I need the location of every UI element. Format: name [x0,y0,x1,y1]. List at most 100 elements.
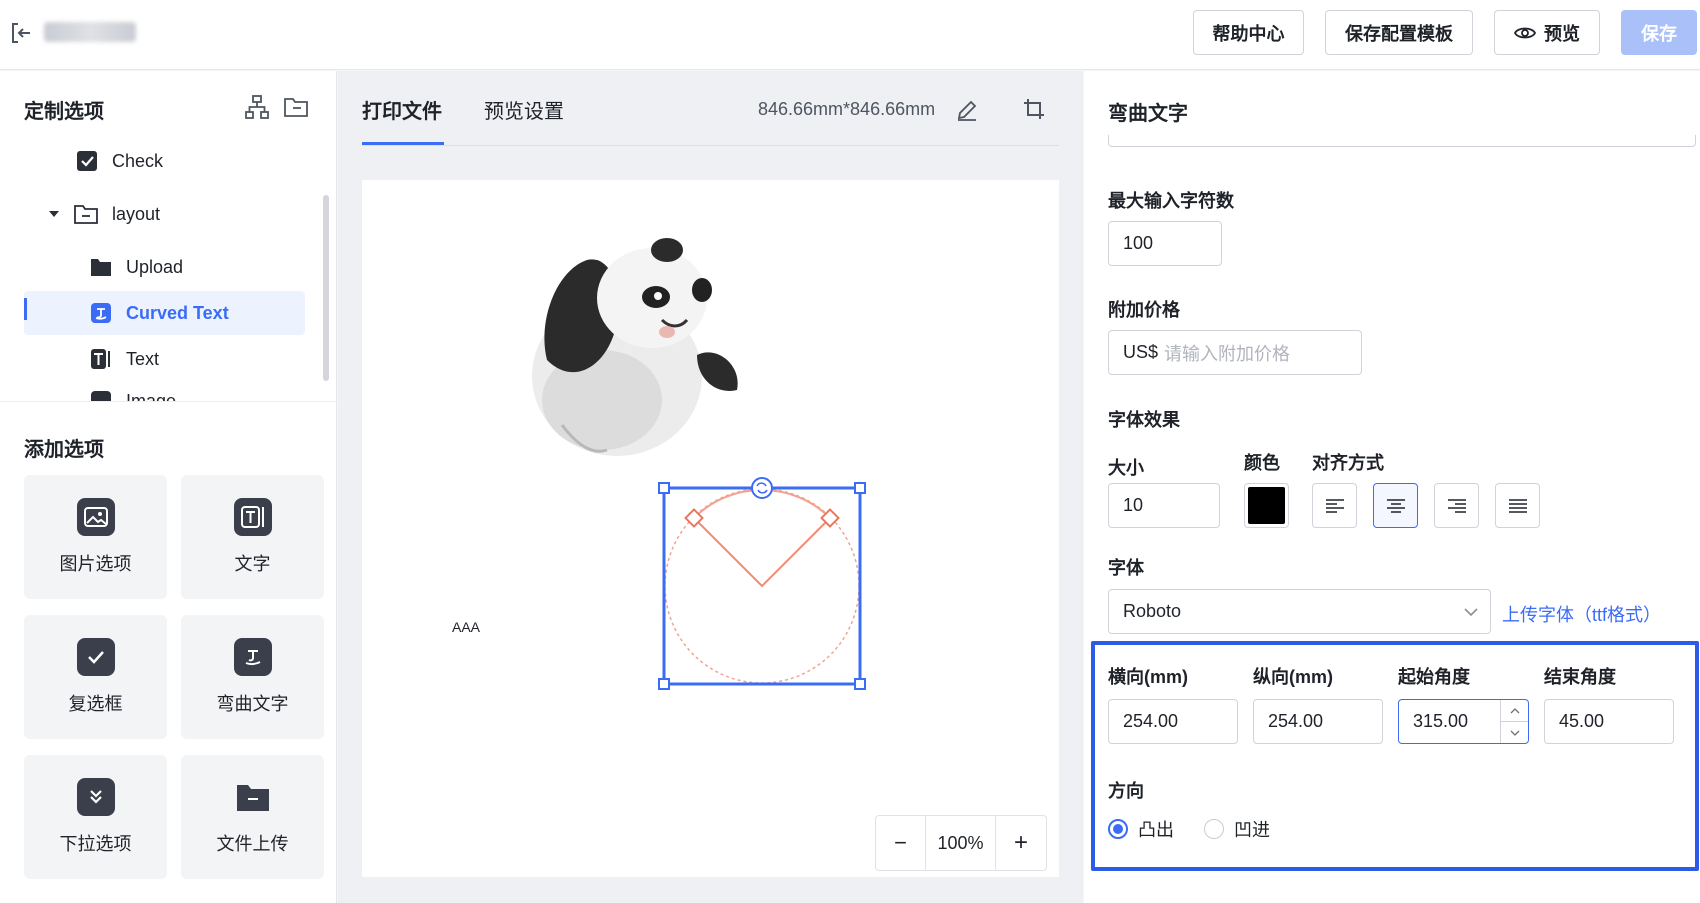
color-swatch-fill [1248,487,1285,524]
resize-handle[interactable] [658,678,670,690]
size-label: 大小 [1108,458,1144,478]
add-options-title: 添加选项 [24,439,104,461]
add-dropdown-card[interactable]: 下拉选项 [24,755,167,879]
tree-item-image[interactable]: Image [90,379,176,401]
folder-icon [234,778,272,816]
tree-item-check[interactable]: Check [76,139,163,183]
font-select[interactable]: Roboto [1108,589,1491,634]
tree-item-label: Check [112,150,164,171]
chevron-down-icon [1464,607,1478,616]
canvas-text-aaa[interactable]: AAA [452,619,481,635]
align-center-button[interactable] [1373,483,1418,528]
tree-item-upload[interactable]: Upload [90,245,183,289]
card-label: 弯曲文字 [216,694,289,714]
caret-down-icon[interactable] [48,208,60,220]
extra-price-input[interactable]: US$ 请输入附加价格 [1108,330,1362,375]
new-folder-icon[interactable] [283,94,309,120]
resize-handle[interactable] [854,482,866,494]
save-template-label: 保存配置模板 [1345,23,1453,44]
tree-item-text[interactable]: Text [90,337,159,381]
image-icon [76,498,115,536]
canvas-area: 打印文件 预览设置 846.66mm*846.66mm AAA − 100% + [338,71,1083,903]
card-label: 文件上传 [216,834,289,854]
options-tree: Check layout Upload Curved Text Text Ima… [0,139,337,401]
tree-item-curved-text[interactable]: Curved Text [24,291,305,335]
panel-divider [0,401,337,402]
rotate-icon[interactable] [751,477,773,499]
currency-prefix: US$ [1123,342,1159,362]
tab-preview-settings[interactable]: 预览设置 [484,95,564,124]
edit-icon[interactable] [955,98,979,122]
folder-fill-icon [91,259,111,276]
canvas-artwork: AAA [452,238,866,690]
color-swatch[interactable] [1244,483,1289,528]
checkbox-icon [77,151,97,171]
zoom-out-button[interactable]: − [876,816,926,870]
tree-item-label: Upload [126,256,184,277]
align-justify-icon [1508,498,1527,513]
preview-button[interactable]: 预览 [1494,10,1600,55]
tree-item-label: Text [126,348,160,369]
card-label: 下拉选项 [59,834,132,854]
save-button[interactable]: 保存 [1621,10,1697,55]
add-image-option-card[interactable]: 图片选项 [24,475,167,599]
resize-handle[interactable] [658,482,670,494]
tab-separator [362,145,1059,146]
exit-icon[interactable] [8,20,34,46]
card-label: 文字 [234,554,271,574]
align-right-button[interactable] [1434,483,1479,528]
tree-scrollbar[interactable] [323,195,329,381]
font-effect-label: 字体效果 [1108,410,1180,430]
dropdown-icon [76,778,115,816]
max-chars-input[interactable]: 100 [1108,221,1222,266]
font-select-value: Roboto [1123,601,1182,621]
print-canvas[interactable]: AAA [362,180,1059,877]
panel-title: 弯曲文字 [1108,103,1188,125]
tree-item-layout[interactable]: layout [48,192,160,236]
card-label: 图片选项 [59,554,132,574]
resize-handle[interactable] [854,678,866,690]
add-checkbox-card[interactable]: 复选框 [24,615,167,739]
top-bar: 帮助中心 保存配置模板 预览 保存 [0,0,1700,70]
zoom-level: 100% [926,816,996,870]
text-icon [91,349,110,369]
canvas-dimensions: 846.66mm*846.66mm [758,99,936,119]
panda-image[interactable] [532,238,738,456]
app-title-blurred [44,22,136,42]
curved-text-element[interactable] [658,477,866,690]
zoom-in-button[interactable]: + [996,816,1046,870]
align-center-icon [1386,498,1405,513]
add-text-card[interactable]: 文字 [181,475,324,599]
folder-icon [74,205,98,224]
add-file-upload-card[interactable]: 文件上传 [181,755,324,879]
font-label: 字体 [1108,558,1144,578]
max-chars-label: 最大输入字符数 [1108,191,1234,211]
zoom-control: − 100% + [875,815,1047,871]
image-icon [91,391,111,401]
help-center-button[interactable]: 帮助中心 [1193,10,1304,55]
text-icon [233,498,272,536]
add-curved-text-card[interactable]: 弯曲文字 [181,615,324,739]
help-center-label: 帮助中心 [1212,23,1285,44]
extra-price-label: 附加价格 [1108,300,1180,320]
card-label: 复选框 [68,694,123,714]
geometry-settings-highlight [1091,641,1699,871]
font-size-input[interactable]: 10 [1108,483,1220,528]
tab-print-file[interactable]: 打印文件 [362,95,442,124]
previous-field-bottom [1108,135,1696,147]
save-label: 保存 [1641,23,1677,44]
selected-indicator [24,298,27,320]
checkbox-icon [76,638,115,676]
align-justify-button[interactable] [1495,483,1540,528]
align-left-icon [1325,498,1344,513]
align-left-button[interactable] [1312,483,1357,528]
tab-active-underline [362,142,444,145]
custom-options-title: 定制选项 [24,101,104,123]
hierarchy-icon[interactable] [244,94,270,120]
crop-icon[interactable] [1022,97,1046,121]
color-label: 颜色 [1244,453,1280,473]
eye-icon [1514,27,1536,38]
save-template-button[interactable]: 保存配置模板 [1325,10,1473,55]
upload-font-link[interactable]: 上传字体（ttf格式） [1502,601,1661,627]
align-label: 对齐方式 [1312,453,1384,473]
